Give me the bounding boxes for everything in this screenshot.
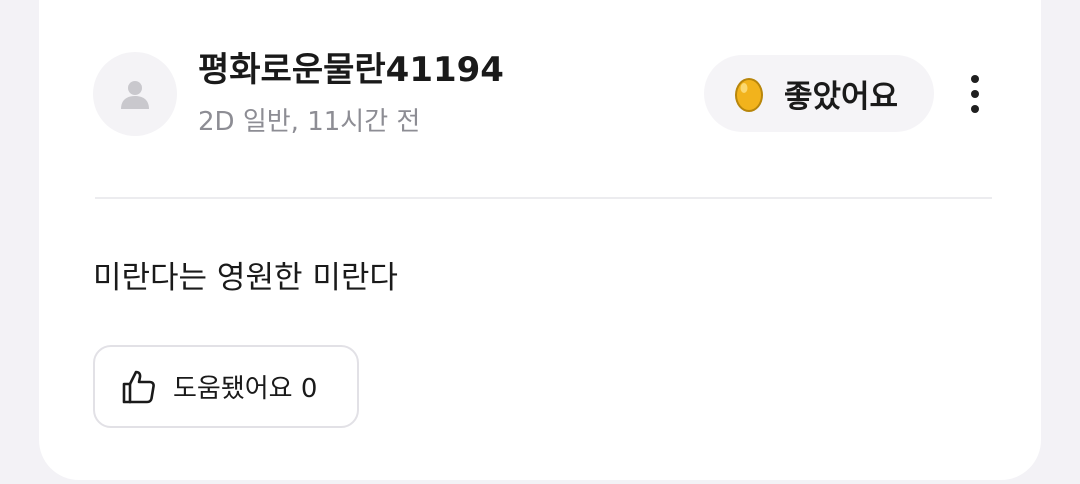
egg-icon bbox=[735, 77, 763, 112]
post-meta: 2D 일반, 11시간 전 bbox=[198, 107, 421, 137]
helpful-button[interactable]: 도움됐어요 0 bbox=[93, 345, 359, 428]
username[interactable]: 평화로운물란41194 bbox=[198, 48, 504, 92]
person-icon bbox=[121, 81, 149, 109]
helpful-label: 도움됐어요 0 bbox=[173, 374, 318, 404]
reaction-chip[interactable]: 좋았어요 bbox=[704, 55, 934, 132]
divider bbox=[95, 197, 992, 199]
more-dot bbox=[971, 90, 979, 98]
avatar[interactable] bbox=[93, 52, 177, 136]
more-dot bbox=[971, 105, 979, 113]
more-dot bbox=[971, 75, 979, 83]
post-content: 미란다는 영원한 미란다 bbox=[93, 260, 398, 296]
thumbs-up-icon bbox=[122, 370, 155, 403]
reaction-label: 좋았어요 bbox=[784, 79, 899, 115]
more-options-button[interactable] bbox=[955, 68, 995, 120]
